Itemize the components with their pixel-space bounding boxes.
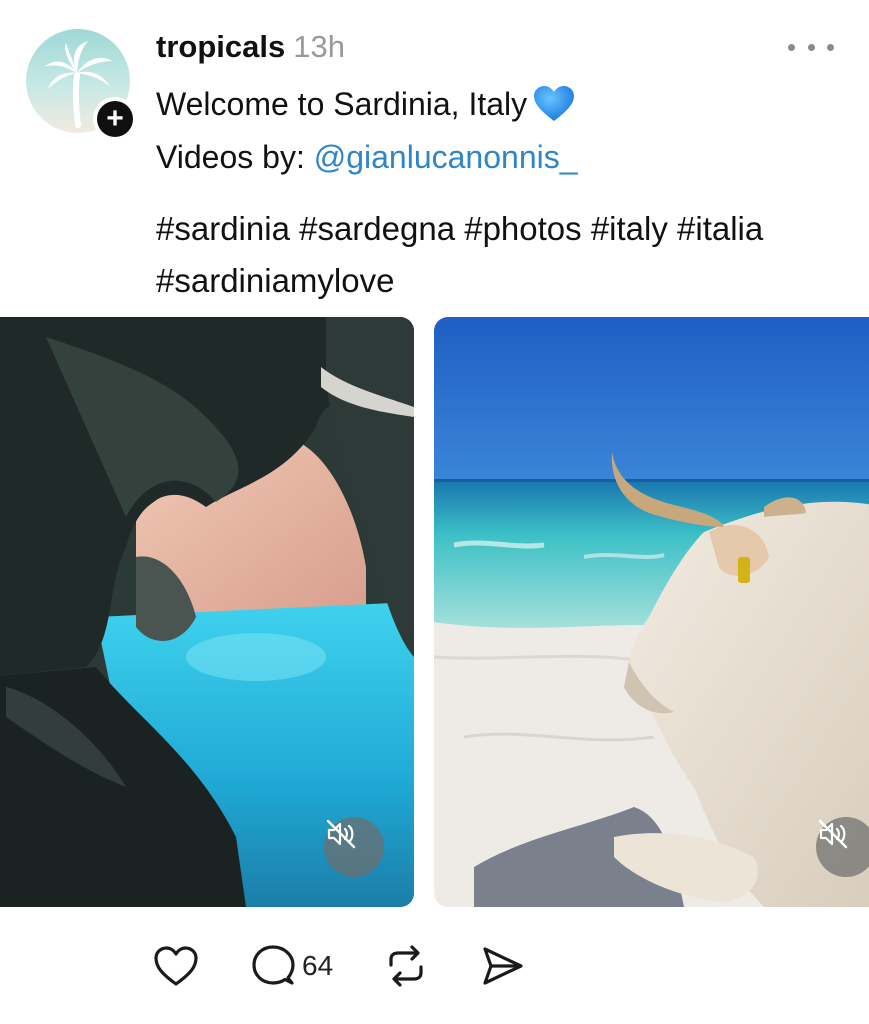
send-icon (483, 947, 523, 985)
dot (788, 43, 795, 51)
mute-button[interactable] (816, 817, 869, 877)
post-header: tropicals 13h (156, 28, 345, 66)
hashtag-line[interactable]: #sardinia #sardegna #photos #italy #ital… (156, 203, 856, 255)
comment-icon (252, 945, 295, 985)
reply-count: 64 (302, 950, 334, 981)
hashtags: #sardinia #sardegna #photos #italy #ital… (156, 203, 856, 307)
caption-text: Welcome to Sardinia, Italy (156, 86, 528, 122)
caption-text: Videos by: (156, 139, 314, 175)
caption-line: Videos by: @gianlucanonnis_ (156, 137, 578, 177)
more-options-button[interactable] (788, 38, 834, 56)
action-bar: 64 (152, 940, 575, 992)
mute-button[interactable] (324, 817, 384, 877)
like-button[interactable] (152, 944, 200, 988)
thread-post: + tropicals 13h Welcome to Sardinia, Ital… (0, 0, 869, 1024)
blue-heart-icon (533, 85, 575, 132)
heart-icon (154, 946, 198, 986)
repost-icon (389, 945, 423, 987)
timestamp: 13h (293, 29, 345, 64)
hashtag-line[interactable]: #sardiniamylove (156, 255, 856, 307)
plus-icon: + (97, 101, 133, 137)
repost-button[interactable] (383, 943, 429, 989)
dot (807, 43, 815, 51)
speaker-muted-icon (326, 819, 356, 849)
mention-link[interactable]: @gianlucanonnis_ (314, 139, 578, 175)
speaker-muted-icon (818, 819, 848, 849)
reply-button[interactable]: 64 (250, 943, 333, 989)
username[interactable]: tropicals (156, 29, 285, 64)
video-thumbnail-cave[interactable] (0, 317, 414, 907)
share-button[interactable] (479, 943, 525, 989)
dot (827, 43, 834, 51)
caption-line: Welcome to Sardinia, Italy (156, 84, 575, 132)
video-thumbnail-beach[interactable] (434, 317, 869, 907)
follow-button[interactable]: + (93, 97, 137, 141)
beach-image (434, 317, 869, 907)
